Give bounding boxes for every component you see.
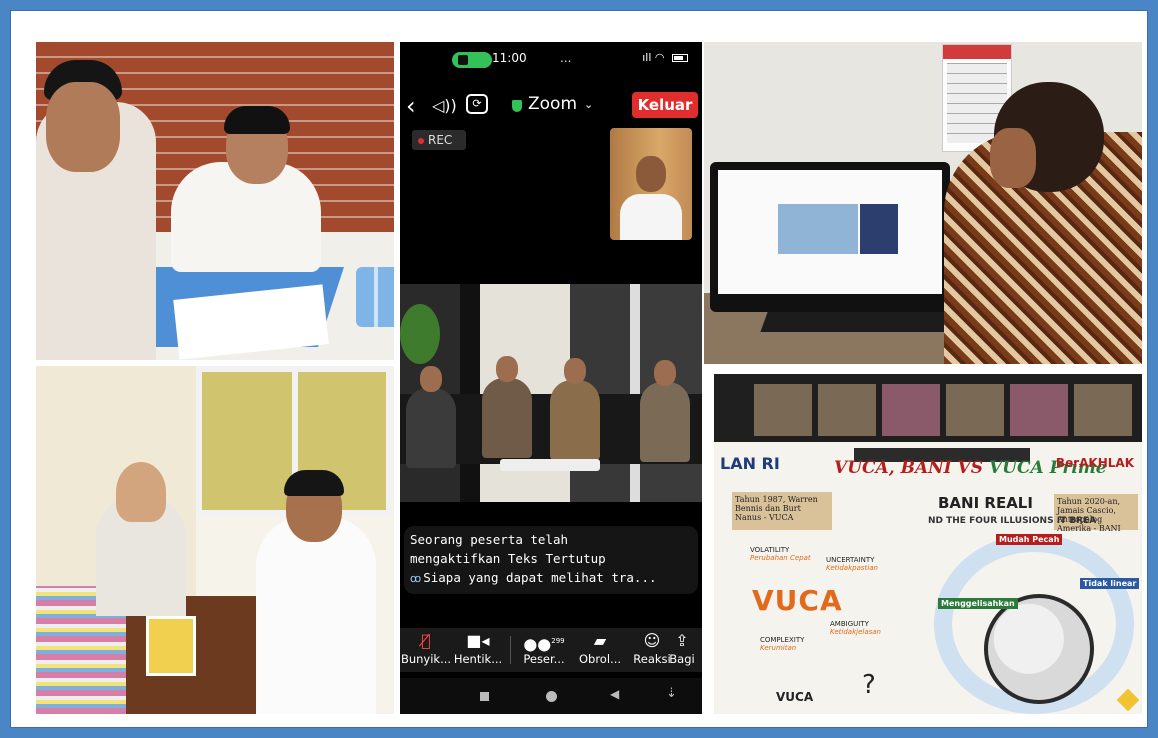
tidak-linear-label: Tidak linear: [1080, 578, 1140, 589]
photo-office-consultation: [36, 366, 394, 714]
menggelisahkan-label: Menggelisahkan: [938, 598, 1018, 609]
person-woman-head: [116, 462, 166, 522]
monitor-screen: [718, 170, 942, 294]
person-man: [256, 516, 376, 714]
android-nav-bar: ◀ ⇣: [400, 678, 702, 714]
mudah-pecah-label: Mudah Pecah: [996, 534, 1063, 545]
chat-bubble-icon: ▰: [593, 631, 607, 650]
speaker-icon[interactable]: ◁)): [432, 96, 457, 115]
signal-wifi-battery-icon: ıll ◠: [642, 51, 688, 64]
meeting-gallery: [714, 374, 1142, 442]
lan-ri-logo: LAN RI: [720, 454, 780, 473]
self-video-thumbnail[interactable]: [610, 128, 692, 240]
control-divider: [510, 636, 511, 664]
person-right-hair: [224, 106, 290, 134]
panelist-1: [406, 366, 456, 468]
participants-button[interactable]: ●●299 Peser...: [514, 630, 574, 666]
panelist-2: [482, 356, 532, 458]
status-time: 11:00: [492, 51, 527, 65]
recents-icon[interactable]: [480, 692, 489, 701]
app-title[interactable]: Zoom: [528, 94, 577, 114]
volatility-label: VOLATILITY Perubahan Cepat: [750, 546, 811, 562]
meeting-controls: 🎙̸ Bunyik... ■◂ Hentik... ●●299 Peser... ▰ O…: [400, 628, 702, 672]
photo-office-desk: [36, 42, 394, 360]
person-man-hair: [284, 470, 344, 496]
person-left-head: [46, 82, 120, 172]
coffee-table: [500, 459, 600, 471]
status-bar: 11:00 ... ıll ◠: [400, 42, 702, 78]
water-bottles: [356, 267, 394, 327]
photo-frame: [146, 616, 196, 676]
status-more: ...: [560, 51, 572, 65]
video-camera-icon: ■◂: [466, 631, 490, 650]
vuca-small-text: VUCA: [776, 690, 814, 704]
ambiguity-label: AMBIGUITY Ketidakjelasan: [830, 620, 881, 636]
stop-video-button[interactable]: ■◂ Hentik...: [448, 630, 508, 666]
camera-indicator-icon: [452, 52, 492, 68]
chevron-down-icon[interactable]: ⌄: [584, 98, 593, 111]
caption-line-1: Seorang peserta telah: [410, 532, 569, 547]
share-button[interactable]: ⇪ Bagi: [662, 630, 702, 666]
complexity-label: COMPLEXITY Kerumitan: [760, 636, 805, 652]
question-mark: ?: [862, 670, 876, 700]
main-video-feed: [400, 284, 702, 502]
rec-dot-icon: [418, 137, 424, 144]
people-icon: ꝏ: [410, 572, 422, 585]
caption-notification[interactable]: Seorang peserta telah mengaktifkan Teks …: [404, 526, 698, 594]
caption-line-3: ꝏ Siapa yang dapat melihat tra...: [410, 568, 692, 588]
shield-icon: [512, 100, 522, 112]
bani-subheading: ND THE FOUR ILLUSIONS IT BREA: [928, 516, 1097, 526]
share-icon: ⇪: [675, 631, 689, 650]
panelist-4: [640, 360, 690, 462]
bani-heading: BANI REALI: [938, 494, 1033, 512]
rec-label: REC: [428, 133, 453, 147]
caption-line-2: mengaktifkan Teks Tertutup: [410, 551, 606, 566]
vuca-large-text: VUCA: [752, 584, 843, 617]
back-triangle-icon[interactable]: ◀: [610, 687, 619, 701]
zoom-phone-screen: 11:00 ... ıll ◠ ‹ ◁)) ⟳ Zoom ⌄ Keluar RE…: [400, 42, 702, 714]
home-icon[interactable]: [546, 691, 557, 702]
plant: [400, 304, 440, 364]
keyboard: [760, 312, 968, 332]
zoom-top-bar: ‹ ◁)) ⟳ Zoom ⌄ Keluar: [400, 88, 702, 124]
warning-sign-icon: [1116, 688, 1140, 712]
panelist-3: [550, 358, 600, 460]
person-face: [990, 128, 1036, 188]
keyboard-hide-icon[interactable]: ⇣: [666, 686, 677, 701]
back-arrow-icon[interactable]: ‹: [406, 92, 416, 120]
leave-button[interactable]: Keluar: [632, 92, 698, 118]
vuca-presentation: LAN RI VUCA, BANI VS VUCA Prime BerAKHLA…: [714, 374, 1142, 714]
berakhlak-logo: BerAKHLAK: [1055, 456, 1134, 470]
uncertainty-label: UNCERTAINTY Ketidakpastian: [826, 556, 878, 572]
photo-computer-desk: [704, 42, 1142, 364]
recording-badge: REC: [412, 130, 466, 150]
camera-switch-icon[interactable]: ⟳: [466, 94, 488, 114]
globe-illustration: [984, 594, 1094, 704]
chat-button[interactable]: ▰ Obrol...: [570, 630, 630, 666]
computer-monitor: [710, 162, 950, 312]
note-vuca-origin: Tahun 1987, Warren Bennis dan Burt Nanus…: [732, 492, 832, 530]
participants-icon: ●●299: [523, 634, 565, 654]
